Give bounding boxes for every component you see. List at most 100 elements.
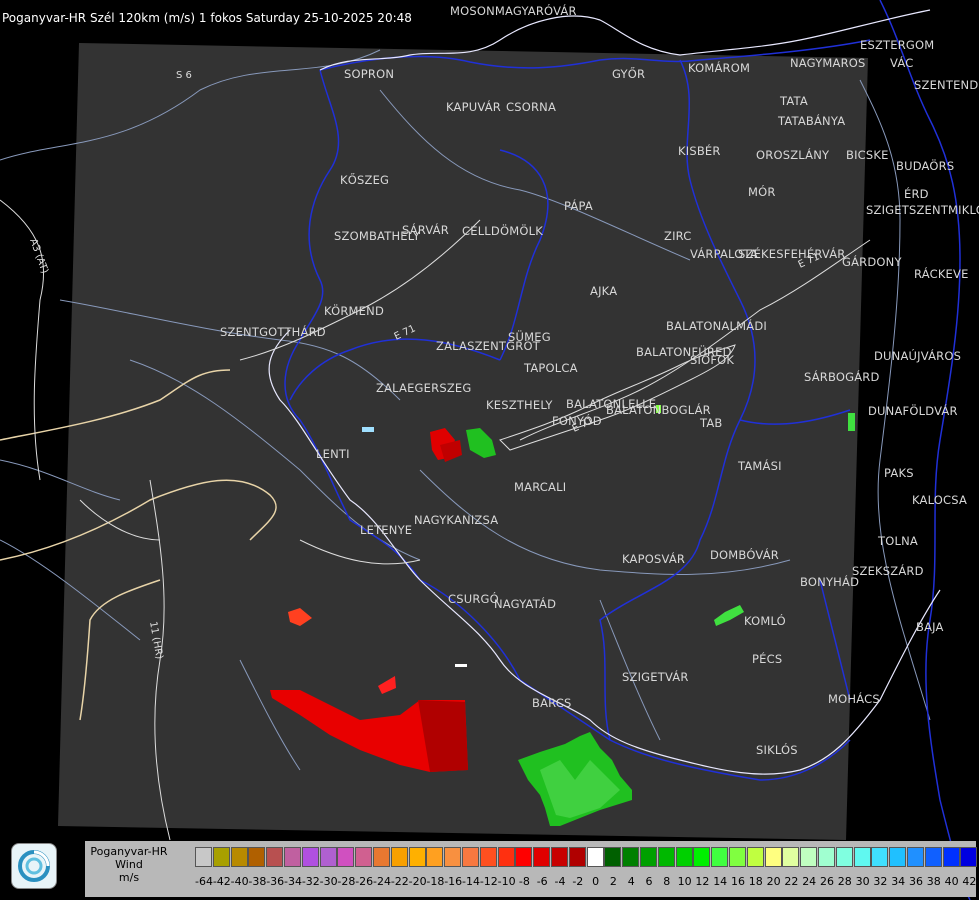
city-label: ZIRC	[664, 229, 692, 243]
legend-swatch	[675, 847, 693, 867]
city-label: KESZTHELY	[486, 398, 553, 412]
city-label: LETENYE	[360, 523, 413, 537]
city-label: GÁRDONY	[842, 255, 902, 269]
city-label: KOMÁROM	[688, 61, 751, 75]
legend-tick-label: 42	[962, 875, 977, 888]
legend-swatch	[479, 847, 497, 867]
legend-swatch	[942, 847, 960, 867]
legend-tick-label: -12	[479, 875, 498, 888]
city-label: MÓR	[748, 185, 776, 199]
legend-swatch	[533, 847, 551, 867]
city-label: SÁRBOGÁRD	[804, 370, 880, 384]
city-label: MOHÁCS	[828, 692, 880, 706]
road-label: S 6	[176, 70, 192, 81]
color-legend: Poganyvar-HR Wind m/s -64 -42 -40 -38 -36 -34…	[85, 841, 978, 897]
legend-tick-label: -8	[518, 875, 530, 888]
city-label: ZALASZENTGRÓT	[436, 339, 540, 353]
city-label: AJKA	[590, 284, 618, 298]
legend-tick-label: 16	[731, 875, 745, 888]
legend-tick-label: 36	[909, 875, 923, 888]
legend-tick-label: -6	[536, 875, 548, 888]
city-label: TATABÁNYA	[778, 114, 846, 128]
city-label: CSORNA	[506, 100, 557, 114]
legend-tick-label: 28	[837, 875, 852, 888]
legend-title-line: Wind	[115, 858, 143, 871]
legend-swatch	[212, 847, 230, 867]
city-label: SZIGETSZENTMIKLÓS	[866, 203, 979, 217]
city-label: GYŐR	[612, 67, 646, 81]
legend-swatch	[764, 847, 782, 867]
legend-tick-label: 40	[944, 875, 959, 888]
legend-tick-label: 18	[748, 875, 763, 888]
legend-tick-label: -28	[337, 875, 356, 888]
legend-tick-label: 14	[713, 875, 728, 888]
city-label: NAGYKANIZSA	[414, 513, 499, 527]
legend-swatch	[960, 847, 978, 867]
legend-swatch	[871, 847, 889, 867]
legend-tick-label: 38	[926, 875, 941, 888]
legend-tick-label: -20	[408, 875, 427, 888]
city-label: PÉCS	[752, 652, 783, 666]
legend-tick-label: -64	[195, 875, 213, 888]
legend-swatch	[301, 847, 319, 867]
legend-swatch	[426, 847, 444, 867]
legend-title-line: m/s	[118, 871, 140, 884]
legend-swatch	[924, 847, 942, 867]
city-label: TATA	[780, 94, 808, 108]
city-label: SIKLÓS	[756, 743, 798, 757]
city-label: NAGYATÁD	[494, 597, 557, 611]
legend-tick-label: 10	[677, 875, 692, 888]
legend-swatch	[444, 847, 462, 867]
city-label: SZEKSZÁRD	[852, 564, 924, 578]
city-label: TAB	[700, 416, 723, 430]
city-label: PÁPA	[564, 199, 593, 213]
legend-swatch	[604, 847, 622, 867]
city-label: SZENTENDRE	[914, 78, 979, 92]
legend-tick-label: -22	[390, 875, 409, 888]
legend-swatch	[515, 847, 533, 867]
legend-swatch	[248, 847, 266, 867]
city-label: BALATONALMÁDI	[666, 319, 767, 333]
legend-swatch	[462, 847, 479, 867]
city-label: DOMBÓVÁR	[710, 548, 779, 562]
legend-swatch	[373, 847, 390, 867]
city-label: BAJA	[916, 620, 944, 634]
legend-tick-label: -18	[426, 875, 445, 888]
legend-tick-label: 26	[820, 875, 834, 888]
legend-tick-label: 2	[609, 875, 617, 888]
legend-swatch	[907, 847, 924, 867]
city-label: BARCS	[532, 696, 572, 710]
legend-swatch	[818, 847, 835, 867]
city-label: SZENTGOTTHÁRD	[220, 325, 326, 339]
legend-swatch	[266, 847, 284, 867]
legend-tick-label: -2	[572, 875, 584, 888]
legend-swatch	[551, 847, 568, 867]
legend-swatch	[729, 847, 746, 867]
legend-swatch	[835, 847, 853, 867]
city-label: ESZTERGOM	[860, 38, 935, 52]
city-label: FONYÓD	[552, 414, 602, 428]
legend-tick-label: -36	[266, 875, 285, 888]
city-label: NAGYMAROS	[790, 56, 866, 70]
legend-tick-label: -24	[373, 875, 391, 888]
city-label: SÁRVÁR	[402, 223, 449, 237]
legend-tick-label: 4	[627, 875, 635, 888]
city-label: SIÓFOK	[690, 353, 735, 367]
city-label: KALOCSA	[912, 493, 968, 507]
city-label: SZIGETVÁR	[622, 670, 689, 684]
legend-swatch	[746, 847, 764, 867]
city-label: SZÉKESFEHÉRVÁR	[738, 247, 846, 261]
radar-map: S 6 11 (HR) A3 (AT) E 71 E 71 E 71	[0, 0, 971, 900]
city-label: LENTI	[316, 447, 350, 461]
city-label: CSURGÓ	[448, 592, 499, 606]
legend-swatch	[853, 847, 871, 867]
city-label: DUNAÚJVÁROS	[874, 349, 962, 363]
legend-tick-label: 8	[663, 875, 671, 888]
legend-swatch	[693, 847, 711, 867]
legend-swatch	[284, 847, 301, 867]
city-label: TAPOLCA	[524, 361, 578, 375]
legend-tick-label: 12	[695, 875, 710, 888]
legend-swatch	[497, 847, 515, 867]
legend-tick-label: -40	[230, 875, 249, 888]
city-label: TAMÁSI	[738, 459, 782, 473]
